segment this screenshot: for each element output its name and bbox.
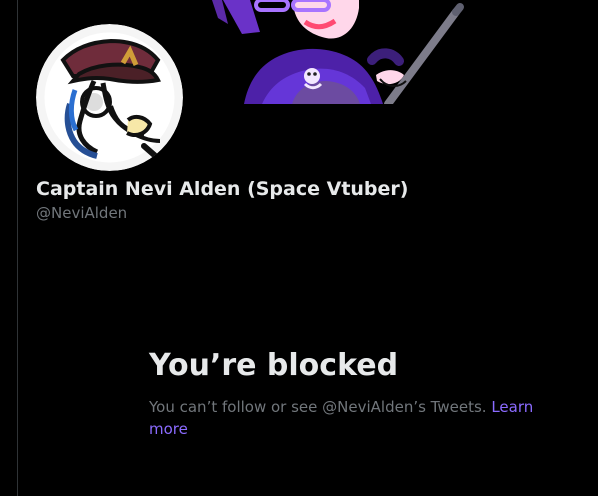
blocked-title: You’re blocked — [149, 348, 399, 383]
blocked-message: You can’t follow or see @NeviAlden’s Twe… — [149, 398, 487, 416]
profile-page: Captain Nevi Alden (Space Vtuber) @NeviA… — [0, 0, 598, 496]
profile-display-name: Captain Nevi Alden (Space Vtuber) — [36, 178, 409, 200]
blocked-message-block: You can’t follow or see @NeviAlden’s Twe… — [149, 396, 539, 440]
profile-banner[interactable] — [190, 0, 490, 104]
profile-handle: @NeviAlden — [36, 204, 128, 222]
banner-illustration-icon — [212, 0, 464, 104]
column-border — [17, 0, 18, 496]
avatar-icon — [36, 24, 183, 171]
profile-avatar[interactable] — [36, 24, 183, 171]
